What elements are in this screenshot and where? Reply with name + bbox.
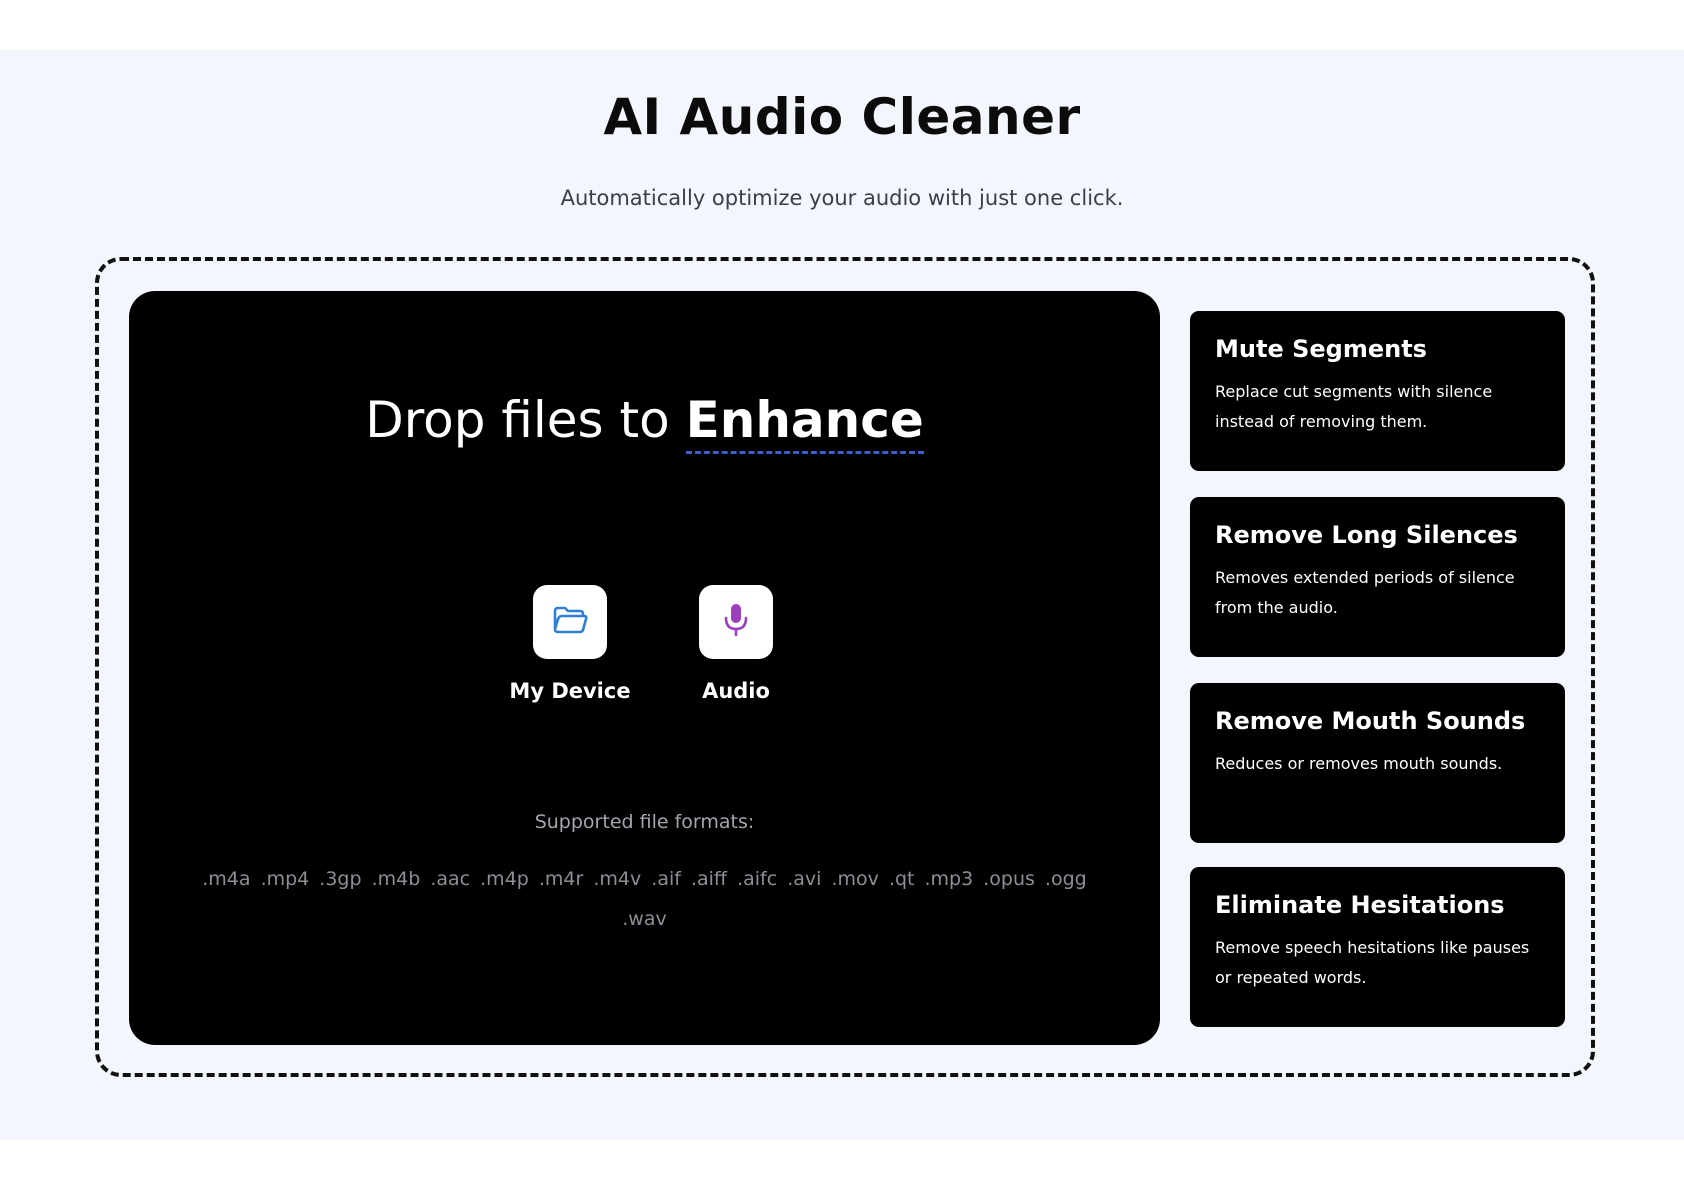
feature-title: Mute Segments bbox=[1215, 335, 1427, 363]
my-device-button[interactable]: My Device bbox=[495, 585, 645, 703]
page-background: AI Audio Cleaner Automatically optimize … bbox=[0, 50, 1684, 1140]
feature-description: Remove speech hesitations like pauses or… bbox=[1215, 938, 1530, 987]
audio-tile[interactable] bbox=[699, 585, 773, 659]
feature-title: Remove Long Silences bbox=[1215, 521, 1518, 549]
feature-card-remove-mouth-sounds[interactable]: Remove Mouth Sounds Reduces or removes m… bbox=[1190, 683, 1565, 843]
supported-formats-label: Supported file formats: bbox=[534, 811, 755, 833]
microphone-icon bbox=[722, 602, 750, 642]
dropzone-heading-accent: Enhance bbox=[685, 391, 924, 454]
folder-icon bbox=[552, 605, 588, 639]
feature-description: Reduces or removes mouth sounds. bbox=[1215, 754, 1503, 773]
audio-label: Audio bbox=[702, 679, 770, 703]
feature-description: Replace cut segments with silence instea… bbox=[1215, 382, 1493, 431]
feature-card-mute-segments[interactable]: Mute Segments Replace cut segments with … bbox=[1190, 311, 1565, 471]
feature-title: Eliminate Hesitations bbox=[1215, 891, 1505, 919]
my-device-label: My Device bbox=[509, 679, 631, 703]
page-title: AI Audio Cleaner bbox=[603, 88, 1081, 146]
page-subtitle: Automatically optimize your audio with j… bbox=[560, 186, 1124, 210]
supported-formats-list: .m4a .mp4 .3gp .m4b .aac .m4p .m4r .m4v … bbox=[202, 868, 1087, 930]
dropzone-heading: Drop files to Enhance bbox=[129, 391, 1160, 454]
my-device-tile[interactable] bbox=[533, 585, 607, 659]
file-dropzone[interactable]: Drop files to Enhance My Device Audio Su… bbox=[129, 291, 1160, 1045]
feature-description: Removes extended periods of silence from… bbox=[1215, 568, 1515, 617]
feature-title: Remove Mouth Sounds bbox=[1215, 707, 1526, 735]
dropzone-heading-prefix: Drop files to bbox=[365, 391, 670, 449]
audio-button[interactable]: Audio bbox=[661, 585, 811, 703]
feature-card-eliminate-hesitations[interactable]: Eliminate Hesitations Remove speech hesi… bbox=[1190, 867, 1565, 1027]
feature-card-remove-long-silences[interactable]: Remove Long Silences Removes extended pe… bbox=[1190, 497, 1565, 657]
